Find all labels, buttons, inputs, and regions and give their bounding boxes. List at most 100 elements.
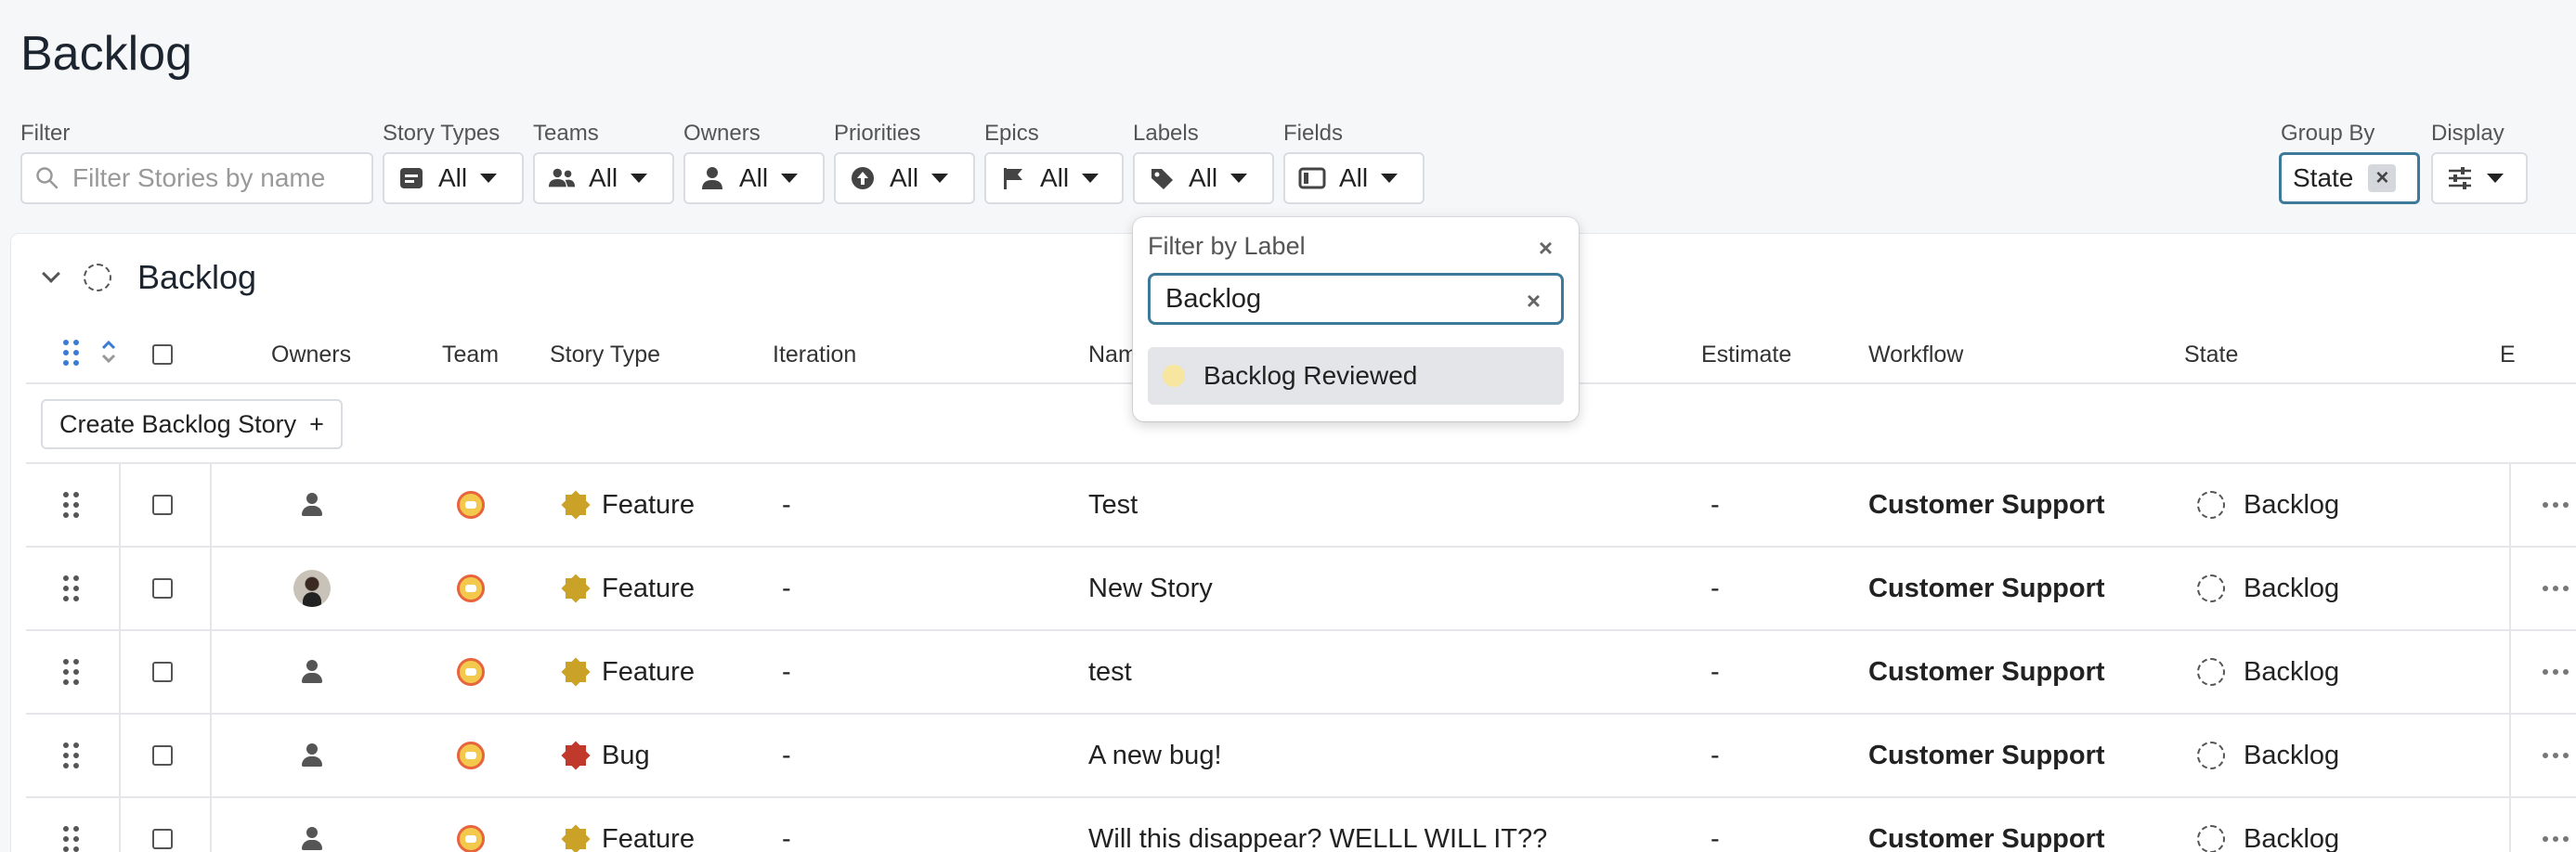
column-divider <box>210 548 212 629</box>
owner-cell[interactable] <box>293 715 331 796</box>
story-type-icon <box>563 826 589 852</box>
estimate-cell[interactable]: - <box>1711 631 1720 713</box>
story-type-cell[interactable]: Feature <box>563 798 695 852</box>
column-extra[interactable]: E <box>2500 342 2516 368</box>
person-icon[interactable] <box>300 493 324 517</box>
story-name-link[interactable]: New Story <box>1088 548 1213 629</box>
story-name-link[interactable]: Will this disappear? WELLL WILL IT?? <box>1088 798 1547 852</box>
drag-handle[interactable] <box>63 715 79 796</box>
owner-avatar[interactable] <box>293 570 331 607</box>
story-type-icon <box>397 164 425 192</box>
select-all-checkbox[interactable] <box>152 344 173 365</box>
iteration-cell[interactable]: - <box>782 464 791 546</box>
column-divider <box>2509 715 2511 796</box>
table-row[interactable]: Bug - A new bug! - Customer Support Backlog <box>26 715 2576 798</box>
backlog-state-icon <box>2197 825 2225 852</box>
create-backlog-story-button[interactable]: Create Backlog Story + <box>41 399 343 449</box>
story-types-filter[interactable]: All <box>383 152 524 204</box>
sort-icon[interactable] <box>100 338 117 372</box>
iteration-cell[interactable]: - <box>782 548 791 629</box>
table-row[interactable]: Feature - test - Customer Support Backlog <box>26 631 2576 715</box>
team-cell[interactable] <box>457 715 485 796</box>
collapse-chevron-icon[interactable] <box>42 265 60 283</box>
epics-filter[interactable]: All <box>984 152 1124 204</box>
drag-all-handle[interactable] <box>63 340 79 366</box>
column-estimate[interactable]: Estimate <box>1701 342 1791 368</box>
story-name-link[interactable]: test <box>1088 631 1132 713</box>
column-divider <box>210 464 212 546</box>
owner-cell[interactable] <box>293 631 331 713</box>
drag-handle[interactable] <box>63 548 79 629</box>
label-search-input[interactable] <box>1165 283 1500 315</box>
display-options-button[interactable] <box>2431 152 2528 204</box>
column-owners[interactable]: Owners <box>271 342 351 368</box>
person-icon[interactable] <box>300 827 324 851</box>
column-state[interactable]: State <box>2184 342 2238 368</box>
state-cell[interactable]: Backlog <box>2197 464 2339 546</box>
group-by-clear-icon[interactable]: × <box>2368 164 2397 192</box>
estimate-cell[interactable]: - <box>1711 715 1720 796</box>
story-name-link[interactable]: Test <box>1088 464 1138 546</box>
story-type-cell[interactable]: Bug <box>563 715 650 796</box>
story-type-cell[interactable]: Feature <box>563 631 695 713</box>
fields-filter[interactable]: All <box>1283 152 1425 204</box>
column-iteration[interactable]: Iteration <box>773 342 856 368</box>
state-cell[interactable]: Backlog <box>2197 715 2339 796</box>
table-row[interactable]: Feature - Test - Customer Support Backlog <box>26 464 2576 548</box>
person-icon[interactable] <box>300 743 324 768</box>
row-checkbox[interactable] <box>152 464 173 546</box>
iteration-cell[interactable]: - <box>782 631 791 713</box>
estimate-cell[interactable]: - <box>1711 464 1720 546</box>
row-more-button[interactable] <box>2543 548 2569 629</box>
estimate-cell[interactable]: - <box>1711 548 1720 629</box>
priorities-filter[interactable]: All <box>834 152 975 204</box>
owner-cell[interactable] <box>293 548 331 629</box>
state-cell[interactable]: Backlog <box>2197 798 2339 852</box>
story-type-text: Feature <box>602 489 695 520</box>
priority-icon <box>849 164 877 192</box>
row-checkbox[interactable] <box>152 798 173 852</box>
row-checkbox[interactable] <box>152 548 173 629</box>
team-cell[interactable] <box>457 798 485 852</box>
drag-handle[interactable] <box>63 631 79 713</box>
owner-cell[interactable] <box>293 464 331 546</box>
story-search[interactable] <box>20 152 373 204</box>
owners-filter[interactable]: All <box>683 152 825 204</box>
row-more-button[interactable] <box>2543 464 2569 546</box>
drag-handle[interactable] <box>63 798 79 852</box>
person-icon[interactable] <box>300 660 324 684</box>
iteration-cell[interactable]: - <box>782 798 791 852</box>
story-type-cell[interactable]: Feature <box>563 464 695 546</box>
label-search-field[interactable]: × <box>1148 273 1564 325</box>
display-label: Display <box>2431 121 2504 146</box>
drag-handle[interactable] <box>63 464 79 546</box>
story-name-link[interactable]: A new bug! <box>1088 715 1222 796</box>
state-cell[interactable]: Backlog <box>2197 631 2339 713</box>
story-type-cell[interactable]: Feature <box>563 548 695 629</box>
table-row[interactable]: Feature - Will this disappear? WELLL WILL … <box>26 798 2576 852</box>
owner-cell[interactable] <box>293 798 331 852</box>
state-cell[interactable]: Backlog <box>2197 548 2339 629</box>
team-cell[interactable] <box>457 464 485 546</box>
column-workflow[interactable]: Workflow <box>1868 342 1963 368</box>
labels-filter[interactable]: All <box>1133 152 1274 204</box>
table-row[interactable]: Feature - New Story - Customer Support Backlo… <box>26 548 2576 631</box>
column-story-type[interactable]: Story Type <box>550 342 660 368</box>
row-more-button[interactable] <box>2543 631 2569 713</box>
group-by-select[interactable]: State × <box>2279 152 2420 204</box>
story-search-input[interactable] <box>72 163 351 193</box>
close-icon[interactable]: × <box>1539 234 1553 263</box>
estimate-cell[interactable]: - <box>1711 798 1720 852</box>
iteration-cell[interactable]: - <box>782 715 791 796</box>
row-checkbox[interactable] <box>152 715 173 796</box>
column-name[interactable]: Nam <box>1088 342 1138 368</box>
row-more-button[interactable] <box>2543 715 2569 796</box>
row-checkbox[interactable] <box>152 631 173 713</box>
team-cell[interactable] <box>457 548 485 629</box>
team-cell[interactable] <box>457 631 485 713</box>
label-option-backlog-reviewed[interactable]: Backlog Reviewed <box>1148 347 1564 405</box>
teams-filter[interactable]: All <box>533 152 674 204</box>
column-team[interactable]: Team <box>442 342 499 368</box>
clear-search-icon[interactable]: × <box>1527 287 1541 316</box>
row-more-button[interactable] <box>2543 798 2569 852</box>
